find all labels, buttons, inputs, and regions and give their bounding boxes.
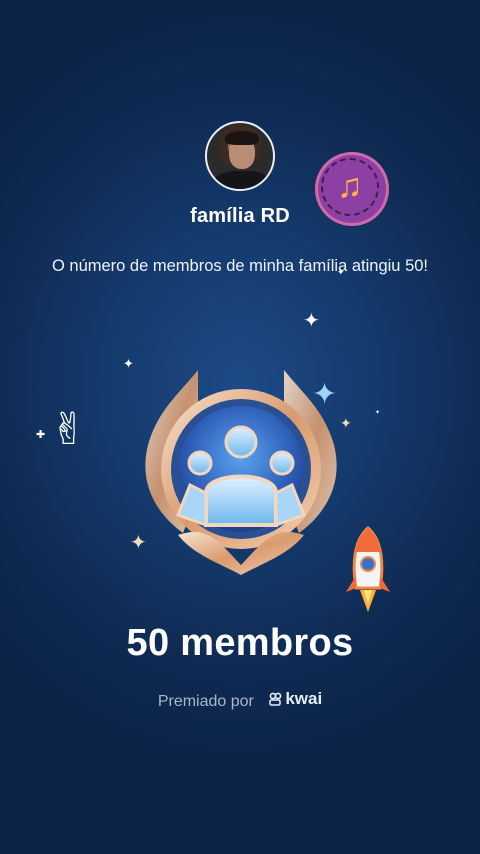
awarded-by-label: Premiado por — [157, 693, 254, 710]
sparkle-icon: ✦ — [337, 267, 345, 277]
awarded-by: Premiado por kwai — [0, 689, 480, 711]
profile-avatar[interactable] — [205, 121, 275, 191]
family-badge-icon — [145, 370, 337, 575]
sparkle-icon: ✚ — [36, 429, 46, 441]
kwai-brand-text: kwai — [285, 689, 323, 708]
sparkle-icon: ✦ — [375, 410, 381, 416]
peace-hand-icon: ✌ — [50, 405, 87, 454]
rocket-icon — [346, 526, 390, 612]
milestone-message: O número de membros de minha família ati… — [51, 257, 429, 275]
profile-name: família RD — [190, 205, 290, 227]
sparkle-icon: ✦ — [303, 310, 320, 332]
sparkle-icon: ✦ — [123, 356, 134, 371]
achievement-title: 50 membros — [126, 622, 354, 664]
kwai-icon — [269, 692, 282, 706]
kwai-logo: kwai — [268, 689, 322, 709]
